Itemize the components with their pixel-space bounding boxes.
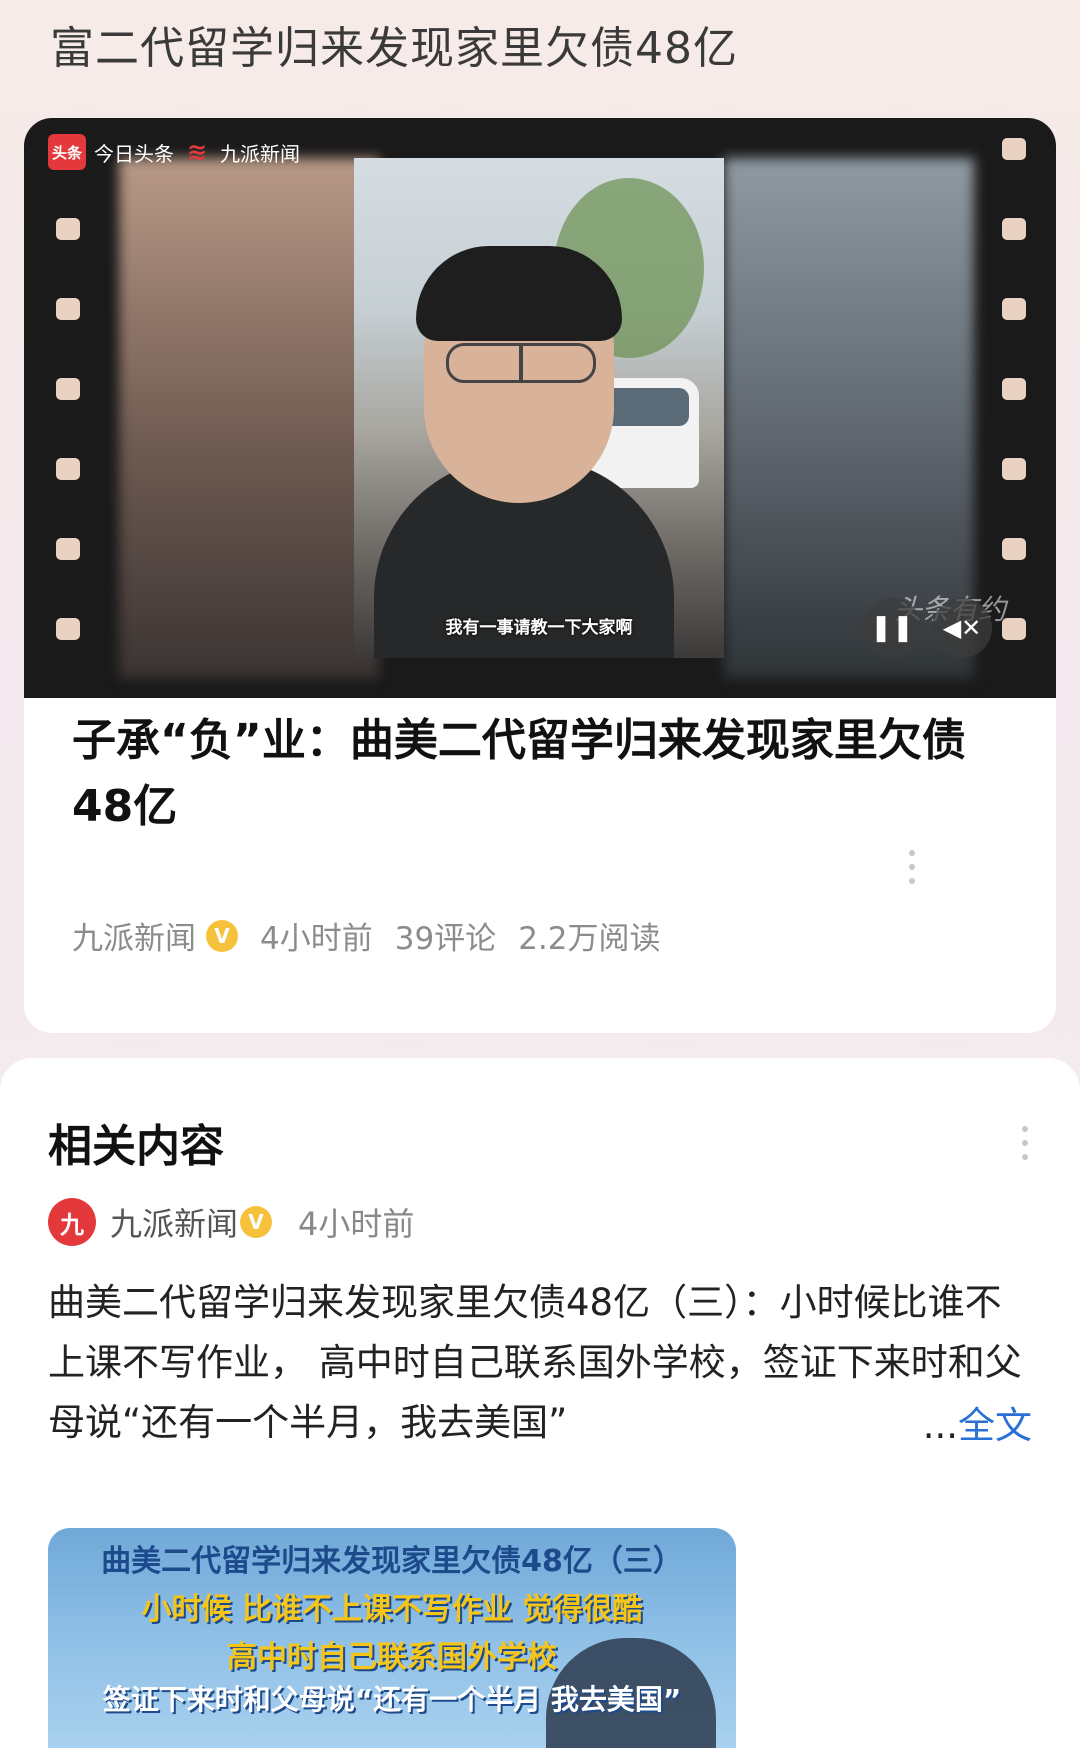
film-sprocket [1002,378,1026,400]
page-title: 富二代留学归来发现家里欠债48亿 [50,23,738,74]
related-more-options-icon[interactable] [1022,1126,1028,1160]
mute-icon: ◀✕ [942,614,982,642]
meta-row: 九派新闻 V 4小时前 39评论 2.2万阅读 [72,913,661,958]
blurred-frame-left [119,158,379,678]
film-sprocket [56,218,80,240]
news-card[interactable]: 我有一事请教一下大家啊 头条 今日头条 ≋ 九派新闻 头条有约 ❚❚ ◀✕ 子承… [24,118,1056,1033]
film-sprocket [1002,538,1026,560]
film-sprocket [1002,458,1026,480]
video-subtitle: 我有一事请教一下大家啊 [445,618,633,638]
film-sprocket [1002,298,1026,320]
pause-button[interactable]: ❚❚ [862,598,922,658]
thumbnail-line-2: 小时候 比谁不上课不写作业 觉得很酷 [141,1592,643,1627]
full-text-label[interactable]: 全文 [958,1404,1032,1447]
toutiao-logo: 头条 [48,134,86,170]
related-author-row: 九 九派新闻 V 4小时前 [48,1198,414,1246]
publish-time: 4小时前 [260,921,373,957]
headline[interactable]: 子承“负”业：曲美二代留学归来发现家里欠债48亿 [72,708,972,840]
more-options-icon[interactable] [909,850,915,884]
video-frame: 我有一事请教一下大家啊 [354,158,724,658]
expand-full-text-link[interactable]: ...全文 [912,1396,1032,1456]
pause-icon: ❚❚ [870,613,914,643]
toutiao-text: 今日头条 [94,141,174,166]
video-logos: 头条 今日头条 ≋ 九派新闻 [48,134,300,170]
author-name[interactable]: 九派新闻 [110,1199,238,1245]
film-sprocket [56,618,80,640]
film-sprocket [1002,138,1026,160]
source-name[interactable]: 九派新闻 [72,913,196,958]
film-sprocket [56,378,80,400]
glasses [446,343,596,383]
read-count: 2.2万阅读 [518,921,661,957]
thumbnail-line-4: 签证下来时和父母说“还有一个半月 我去美国” [102,1683,682,1716]
thumbnail-line-3: 高中时自己联系国外学校 [227,1640,557,1675]
comment-count[interactable]: 39评论 [395,913,496,958]
film-sprocket [56,298,80,320]
related-title: 相关内容 [48,1121,224,1172]
jiupai-logo-icon: ≋ [186,138,208,166]
related-time: 4小时前 [298,1205,415,1243]
film-sprocket [56,458,80,480]
related-thumbnail[interactable]: 曲美二代留学归来发现家里欠债48亿（三） 小时候 比谁不上课不写作业 觉得很酷 … [48,1528,736,1748]
author-avatar[interactable]: 九 [48,1198,96,1246]
ellipsis: ... [922,1404,958,1447]
person-hair [416,246,622,341]
verified-badge-icon: V [240,1206,273,1238]
mute-button[interactable]: ◀✕ [932,598,992,658]
related-text[interactable]: 曲美二代留学归来发现家里欠债48亿（三）：小时候比谁不上课不写作业， 高中时自己… [48,1273,1033,1513]
film-sprocket [1002,218,1026,240]
film-sprocket [56,538,80,560]
jiupai-text: 九派新闻 [220,141,300,166]
video-player[interactable]: 我有一事请教一下大家啊 头条 今日头条 ≋ 九派新闻 头条有约 ❚❚ ◀✕ [24,118,1056,698]
verified-badge-icon: V [206,919,238,952]
related-section: 相关内容 九 九派新闻 V 4小时前 曲美二代留学归来发现家里欠债48亿（三）：… [0,1058,1080,1758]
thumbnail-line-1: 曲美二代留学归来发现家里欠债48亿（三） [101,1544,683,1579]
